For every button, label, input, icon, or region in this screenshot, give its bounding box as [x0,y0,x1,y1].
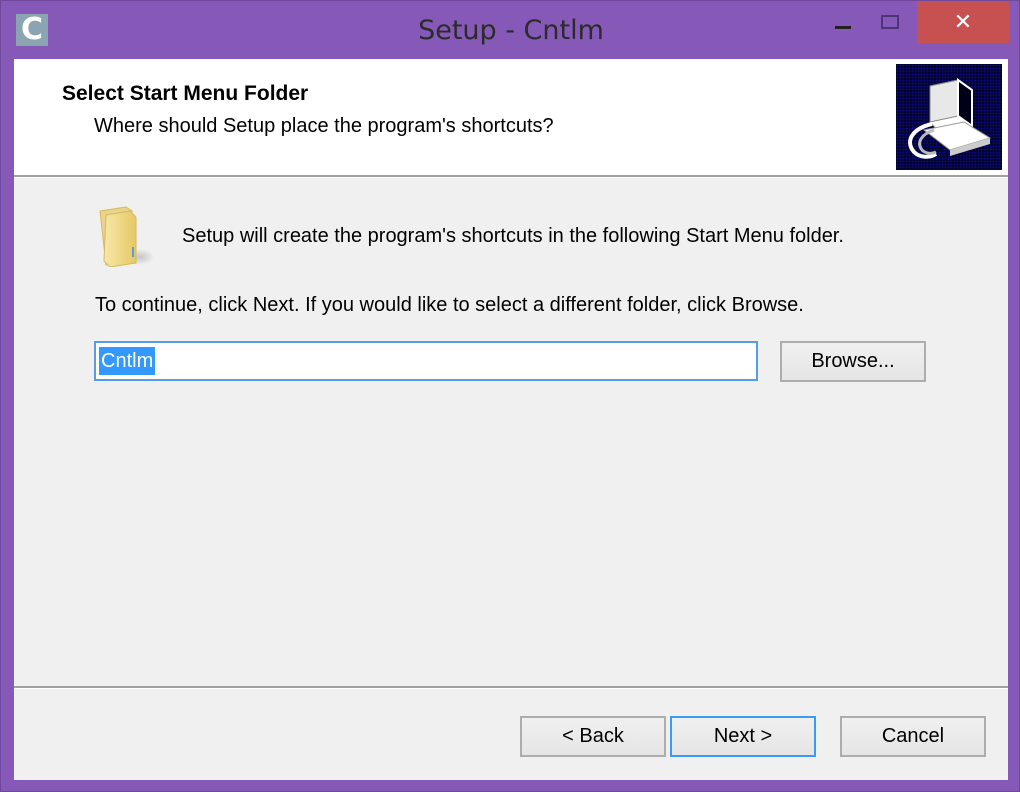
browse-button[interactable]: Browse... [780,341,926,382]
title-bar[interactable]: C Setup - Cntlm ✕ [1,1,1020,59]
back-button[interactable]: < Back [520,716,666,757]
page-subtitle: Where should Setup place the program's s… [94,115,554,137]
setup-window: C Setup - Cntlm ✕ Select Start Menu Fold… [0,0,1020,792]
header-divider [14,175,1008,178]
close-icon: ✕ [953,9,973,35]
maximize-button[interactable] [871,1,911,43]
wizard-header: Select Start Menu Folder Where should Se… [14,59,1008,175]
page-title: Select Start Menu Folder [62,82,309,105]
next-button[interactable]: Next > [670,716,816,757]
wizard-client-area: Select Start Menu Folder Where should Se… [14,59,1008,780]
cancel-button[interactable]: Cancel [840,716,986,757]
start-menu-folder-input[interactable]: Cntlm [94,341,758,381]
folder-icon [96,205,154,268]
footer-divider [14,686,1008,689]
close-button[interactable]: ✕ [917,1,1009,43]
instructions-text: To continue, click Next. If you would li… [95,294,804,316]
minimize-button[interactable] [827,1,867,43]
folder-input-value: Cntlm [99,347,156,375]
window-title: Setup - Cntlm [418,15,604,46]
computer-setup-icon [896,64,1002,170]
intro-text: Setup will create the program's shortcut… [182,225,844,247]
